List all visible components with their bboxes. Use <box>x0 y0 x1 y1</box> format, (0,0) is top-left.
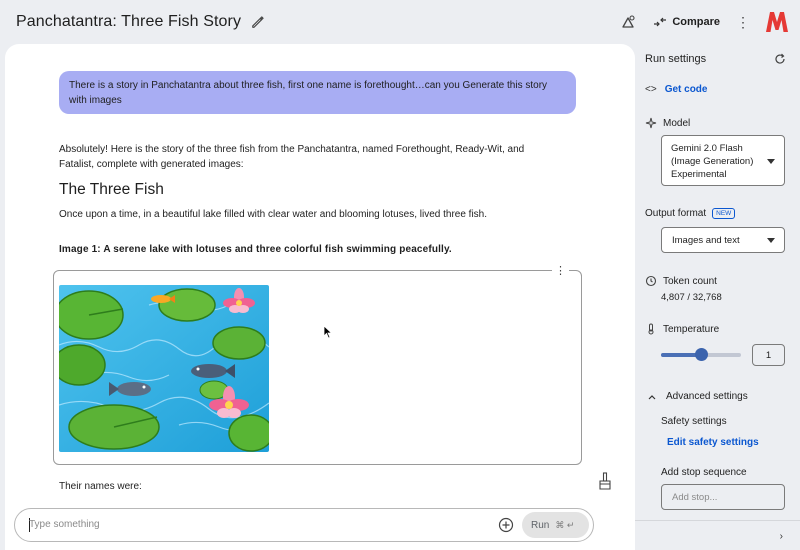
safety-settings-label: Safety settings <box>661 416 727 427</box>
generated-fish-image[interactable] <box>59 285 269 452</box>
add-media-icon[interactable] <box>498 517 514 533</box>
compare-icon <box>654 17 667 27</box>
panel-footer: › <box>635 520 800 550</box>
temperature-label: Temperature <box>663 323 720 335</box>
temperature-slider[interactable] <box>661 348 741 361</box>
image-caption: Image 1: A serene lake with lotuses and … <box>59 244 452 255</box>
token-count-icon <box>645 275 657 287</box>
card-more-icon[interactable]: ⋮ <box>552 265 569 277</box>
image-card: ⋮ <box>53 265 582 465</box>
model-icon <box>645 117 657 129</box>
model-select[interactable]: Gemini 2.0 Flash (Image Generation) Expe… <box>661 135 785 186</box>
new-badge: NEW <box>712 208 736 219</box>
response-heading: The Three Fish <box>59 181 164 198</box>
chevron-down-icon <box>767 159 775 164</box>
chat-panel: There is a story in Panchatantra about t… <box>5 44 635 550</box>
compare-button[interactable]: Compare <box>653 16 720 28</box>
edit-pencil-icon[interactable] <box>251 15 265 29</box>
temperature-slider-thumb[interactable] <box>695 348 708 361</box>
code-icon: <> <box>645 84 657 95</box>
page-title: Panchatantra: Three Fish Story <box>16 13 242 30</box>
token-count-label: Token count <box>663 275 717 287</box>
temperature-row: Temperature <box>645 323 719 335</box>
temperature-input[interactable]: 1 <box>752 344 785 366</box>
app-logo-icon <box>766 12 788 32</box>
chevron-up-icon <box>648 394 656 399</box>
chevron-down-icon <box>767 238 775 243</box>
compare-label: Compare <box>672 16 720 28</box>
run-settings-title: Run settings <box>645 53 707 65</box>
token-count-row: Token count <box>645 275 717 287</box>
top-bar: Panchatantra: Three Fish Story Compare ⋮ <box>0 0 800 44</box>
advanced-settings-label: Advanced settings <box>666 391 748 402</box>
more-options-icon[interactable]: ⋮ <box>736 14 750 31</box>
run-shortcut: ⌘ ↵ <box>555 519 575 530</box>
response-paragraph: Once upon a time, in a beautiful lake fi… <box>59 209 488 220</box>
advanced-settings-toggle[interactable]: Advanced settings <box>648 391 748 402</box>
run-button[interactable]: Run ⌘ ↵ <box>522 512 589 538</box>
get-code-link[interactable]: <> Get code <box>645 84 707 95</box>
user-message: There is a story in Panchatantra about t… <box>59 71 576 114</box>
output-format-value: Images and text <box>672 235 740 246</box>
run-label: Run <box>531 519 550 531</box>
temperature-icon <box>648 323 654 335</box>
get-code-label: Get code <box>664 84 708 95</box>
prompt-placeholder: Type something <box>29 519 100 530</box>
output-format-row: Output format NEW <box>645 208 736 219</box>
output-format-label: Output format <box>645 208 707 219</box>
reset-settings-icon[interactable] <box>774 53 786 65</box>
share-drive-icon[interactable] <box>619 13 637 31</box>
output-format-select[interactable]: Images and text <box>661 227 785 253</box>
mouse-cursor-icon <box>323 325 333 339</box>
clear-chat-brush-icon[interactable] <box>598 472 612 490</box>
token-count-value: 4,807 / 32,768 <box>661 292 722 303</box>
stop-sequence-input[interactable]: Add stop... <box>661 484 785 510</box>
model-label: Model <box>663 117 691 129</box>
model-label-row: Model <box>645 117 690 129</box>
stop-sequence-label: Add stop sequence <box>661 467 747 478</box>
response-intro: Absolutely! Here is the story of the thr… <box>59 144 525 170</box>
run-settings-panel: Run settings <> Get code Model Gemini 2.… <box>635 44 800 550</box>
model-value: Gemini 2.0 Flash (Image Generation) Expe… <box>671 143 754 180</box>
prompt-input[interactable]: Type something Run ⌘ ↵ <box>14 508 594 542</box>
chevron-right-icon[interactable]: › <box>780 531 783 542</box>
edit-safety-settings-link[interactable]: Edit safety settings <box>667 437 759 448</box>
names-line: Their names were: <box>59 481 142 492</box>
